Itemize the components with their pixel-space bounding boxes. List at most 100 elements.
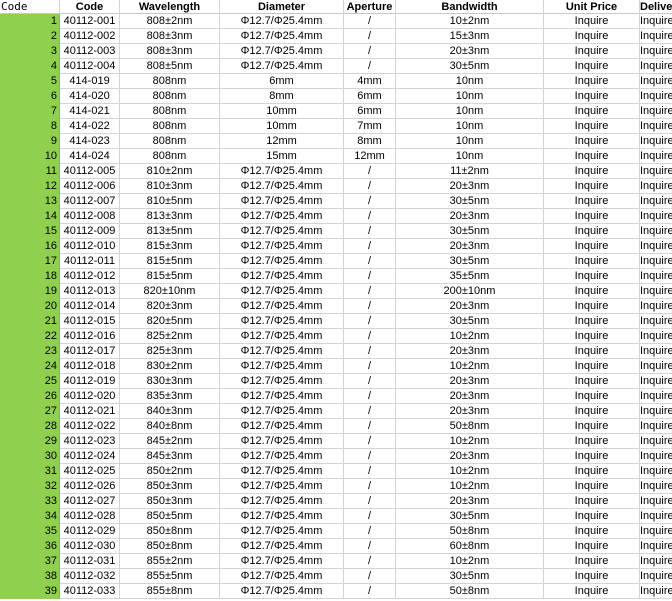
diameter-cell: Φ12.7/Φ25.4mm [220, 464, 344, 479]
row-number: 24 [0, 359, 60, 374]
unit-price-cell: Inquire [544, 74, 640, 89]
delivery-header: Delivery [640, 1, 672, 14]
unit-price-cell: Inquire [544, 104, 640, 119]
aperture-cell: / [344, 14, 396, 29]
aperture-cell: / [344, 554, 396, 569]
table-row: 5 414-019 808nm 6mm 4mm 10nm Inquire Inquire [0, 74, 672, 89]
diameter-cell: 6mm [220, 74, 344, 89]
diameter-cell: Φ12.7/Φ25.4mm [220, 284, 344, 299]
delivery-cell: Inquire [640, 180, 672, 194]
diameter-cell: Φ12.7/Φ25.4mm [220, 329, 344, 344]
row-number: 4 [0, 59, 60, 74]
bandwidth-cell: 20±3nm [396, 299, 544, 314]
wavelength-cell: 815±3nm [120, 239, 220, 254]
wavelength-cell: 830±3nm [120, 374, 220, 389]
bandwidth-cell: 30±5nm [396, 509, 544, 524]
wavelength-cell: 820±3nm [120, 299, 220, 314]
code-cell: 40112-012 [60, 269, 120, 284]
code-cell: 40112-002 [60, 29, 120, 44]
table-row: 16 40112-010 815±3nm Φ12.7/Φ25.4mm/20±3nm In… [0, 239, 672, 254]
wavelength-header: Wavelength [120, 0, 220, 14]
unit-price-cell: Inquire [544, 209, 640, 224]
diameter-cell: Φ12.7/Φ25.4mm [220, 254, 344, 269]
unit-price-cell: Inquire [544, 494, 640, 509]
wavelength-cell: 813±5nm [120, 224, 220, 239]
aperture-cell: / [344, 254, 396, 269]
delivery-cell: Inquire [640, 450, 672, 464]
bandwidth-header: Bandwidth [396, 0, 544, 14]
product-table: Code Code Wavelength Diameter Aperture B… [0, 0, 672, 599]
delivery-cell: Inquire [640, 75, 672, 89]
bandwidth-cell: 200±10nm [396, 284, 544, 299]
code-cell: 414-023 [60, 134, 120, 149]
aperture-cell: / [344, 269, 396, 284]
bandwidth-cell: 30±5nm [396, 194, 544, 209]
code-cell: 40112-031 [60, 554, 120, 569]
unit-price-cell: Inquire [544, 449, 640, 464]
delivery-cell: Inquire [640, 480, 672, 494]
bandwidth-cell: 10±2nm [396, 464, 544, 479]
table-row: 2 40112-002 808±3nm Φ12.7/Φ25.4mm/15±3nm Inq… [0, 29, 672, 44]
code-cell: 40112-005 [60, 164, 120, 179]
diameter-cell: Φ12.7/Φ25.4mm [220, 554, 344, 569]
bandwidth-cell: 20±3nm [396, 374, 544, 389]
bandwidth-cell: 10±2nm [396, 329, 544, 344]
table-body: 1 40112-001 808±2nm Φ12.7/Φ25.4mm/10±2nm Inq… [0, 14, 672, 599]
diameter-cell: Φ12.7/Φ25.4mm [220, 194, 344, 209]
delivery-cell: Inquire [640, 105, 672, 119]
delivery-cell: Inquire [640, 540, 672, 554]
aperture-cell: / [344, 344, 396, 359]
diameter-cell: Φ12.7/Φ25.4mm [220, 314, 344, 329]
table-row: 25 40112-019 830±3nm Φ12.7/Φ25.4mm/20±3nm In… [0, 374, 672, 389]
unit-price-cell: Inquire [544, 14, 640, 29]
aperture-header: Aperture [344, 0, 396, 14]
code-cell: 40112-006 [60, 179, 120, 194]
unit-price-cell: Inquire [544, 464, 640, 479]
table-row: 11 40112-005 810±2nm Φ12.7/Φ25.4mm/11±2nm In… [0, 164, 672, 179]
unit-price-cell: Inquire [544, 524, 640, 539]
unit-price-cell: Inquire [544, 179, 640, 194]
code-cell: 40112-033 [60, 584, 120, 599]
code-cell: 414-020 [60, 89, 120, 104]
delivery-cell: Inquire [640, 135, 672, 149]
wavelength-cell: 810±2nm [120, 164, 220, 179]
code-cell: 414-024 [60, 149, 120, 164]
table-header: Code Code Wavelength Diameter Aperture B… [0, 0, 672, 14]
bandwidth-cell: 20±3nm [396, 209, 544, 224]
bandwidth-cell: 11±2nm [396, 164, 544, 179]
aperture-cell: / [344, 224, 396, 239]
table-row: 29 40112-023 845±2nm Φ12.7/Φ25.4mm/10±2nm In… [0, 434, 672, 449]
delivery-cell: Inquire [640, 300, 672, 314]
code-cell: 40112-027 [60, 494, 120, 509]
code-cell: 40112-024 [60, 449, 120, 464]
unit-price-cell: Inquire [544, 569, 640, 584]
unit-price-cell: Inquire [544, 44, 640, 59]
unit-price-cell: Inquire [544, 29, 640, 44]
unit-price-cell: Inquire [544, 389, 640, 404]
unit-price-cell: Inquire [544, 299, 640, 314]
code-cell: 40112-017 [60, 344, 120, 359]
unit-price-cell: Inquire [544, 59, 640, 74]
row-number: 34 [0, 509, 60, 524]
diameter-cell: Φ12.7/Φ25.4mm [220, 179, 344, 194]
code-cell: 40112-004 [60, 59, 120, 74]
delivery-cell: Inquire [640, 270, 672, 284]
row-number: 1 [0, 14, 60, 29]
wavelength-cell: 850±3nm [120, 479, 220, 494]
code-cell: 40112-015 [60, 314, 120, 329]
code-cell: 414-021 [60, 104, 120, 119]
index-header: Code [0, 0, 60, 14]
wavelength-cell: 830±2nm [120, 359, 220, 374]
table-row: 32 40112-026 850±3nm Φ12.7/Φ25.4mm/10±2nm In… [0, 479, 672, 494]
delivery-cell: Inquire [640, 510, 672, 524]
row-number: 21 [0, 314, 60, 329]
delivery-cell: Inquire [640, 390, 672, 404]
bandwidth-cell: 20±3nm [396, 179, 544, 194]
bandwidth-cell: 50±8nm [396, 419, 544, 434]
code-cell: 40112-020 [60, 389, 120, 404]
aperture-cell: 8mm [344, 134, 396, 149]
delivery-cell: Inquire [640, 345, 672, 359]
row-number: 19 [0, 284, 60, 299]
diameter-cell: Φ12.7/Φ25.4mm [220, 524, 344, 539]
delivery-cell: Inquire [640, 30, 672, 44]
